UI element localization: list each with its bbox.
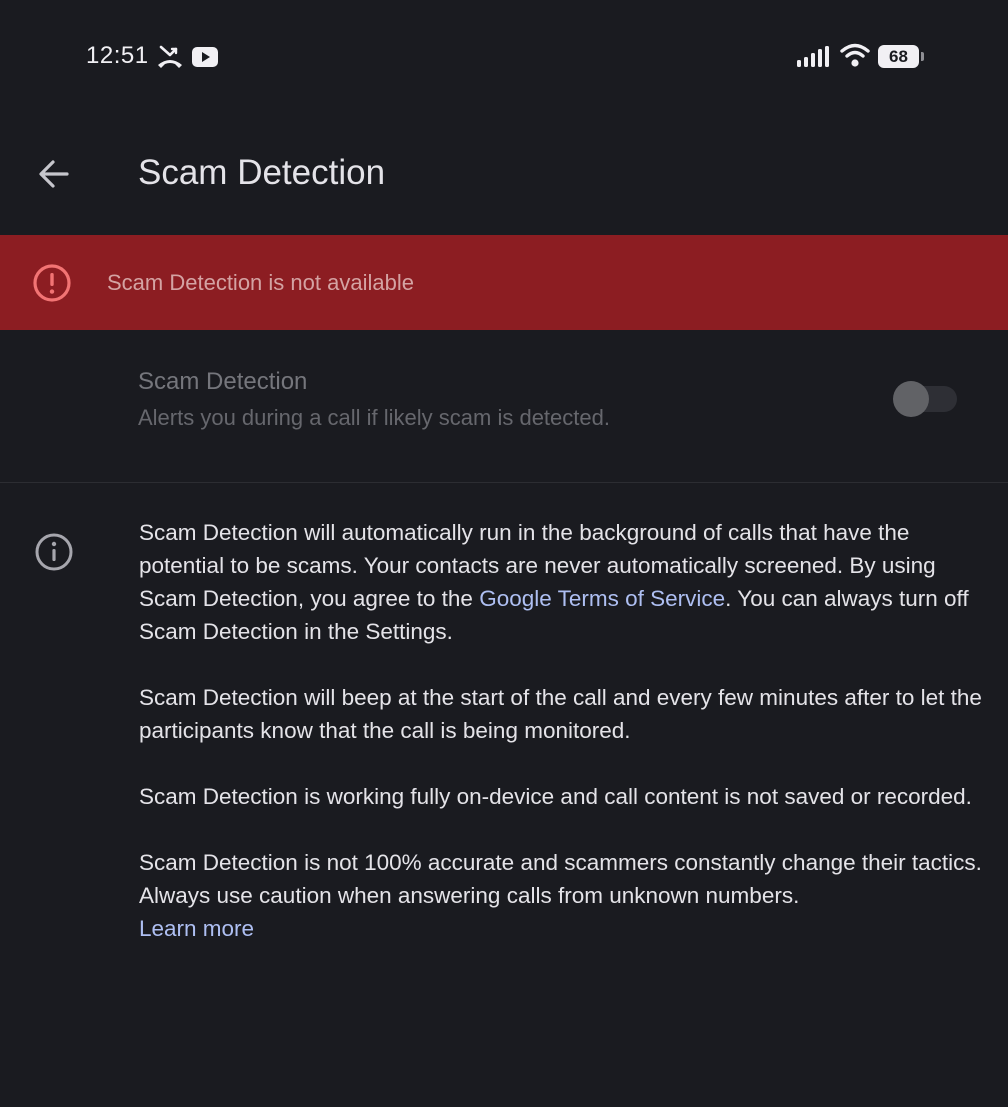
info-paragraph-4: Scam Detection is not 100% accurate and … <box>139 846 985 945</box>
scam-detection-screen: 12:51 68 Scam Detection Scam Detection i… <box>0 0 1008 1107</box>
back-button[interactable] <box>26 146 82 202</box>
battery-level: 68 <box>889 47 908 66</box>
setting-title: Scam Detection <box>138 368 308 395</box>
scam-detection-toggle[interactable] <box>893 381 957 417</box>
info-paragraph-4-text: Scam Detection is not 100% accurate and … <box>139 850 982 908</box>
banner-text: Scam Detection is not available <box>107 270 414 295</box>
error-icon <box>33 264 71 302</box>
terms-of-service-link[interactable]: Google Terms of Service <box>479 586 725 611</box>
info-paragraph-2: Scam Detection will beep at the start of… <box>139 685 982 743</box>
page-title: Scam Detection <box>138 153 386 192</box>
info-paragraph-3: Scam Detection is working fully on-devic… <box>139 784 972 809</box>
wifi-icon <box>840 43 870 67</box>
learn-more-link[interactable]: Learn more <box>139 916 254 941</box>
divider <box>0 482 1008 483</box>
info-paragraph-1: Scam Detection will automatically run in… <box>139 516 985 648</box>
setting-summary: Alerts you during a call if likely scam … <box>138 405 610 430</box>
battery-nub <box>921 52 924 61</box>
battery-icon: 68 <box>878 45 924 68</box>
status-bar: 12:51 68 <box>0 0 1008 110</box>
info-icon <box>35 533 73 571</box>
toggle-thumb <box>893 381 929 417</box>
missed-call-icon <box>158 45 182 68</box>
signal-icon <box>797 46 829 67</box>
arrow-back-icon <box>39 160 69 188</box>
youtube-icon <box>192 47 218 67</box>
info-text: Scam Detection will automatically run in… <box>139 516 985 978</box>
status-time: 12:51 <box>86 42 149 69</box>
